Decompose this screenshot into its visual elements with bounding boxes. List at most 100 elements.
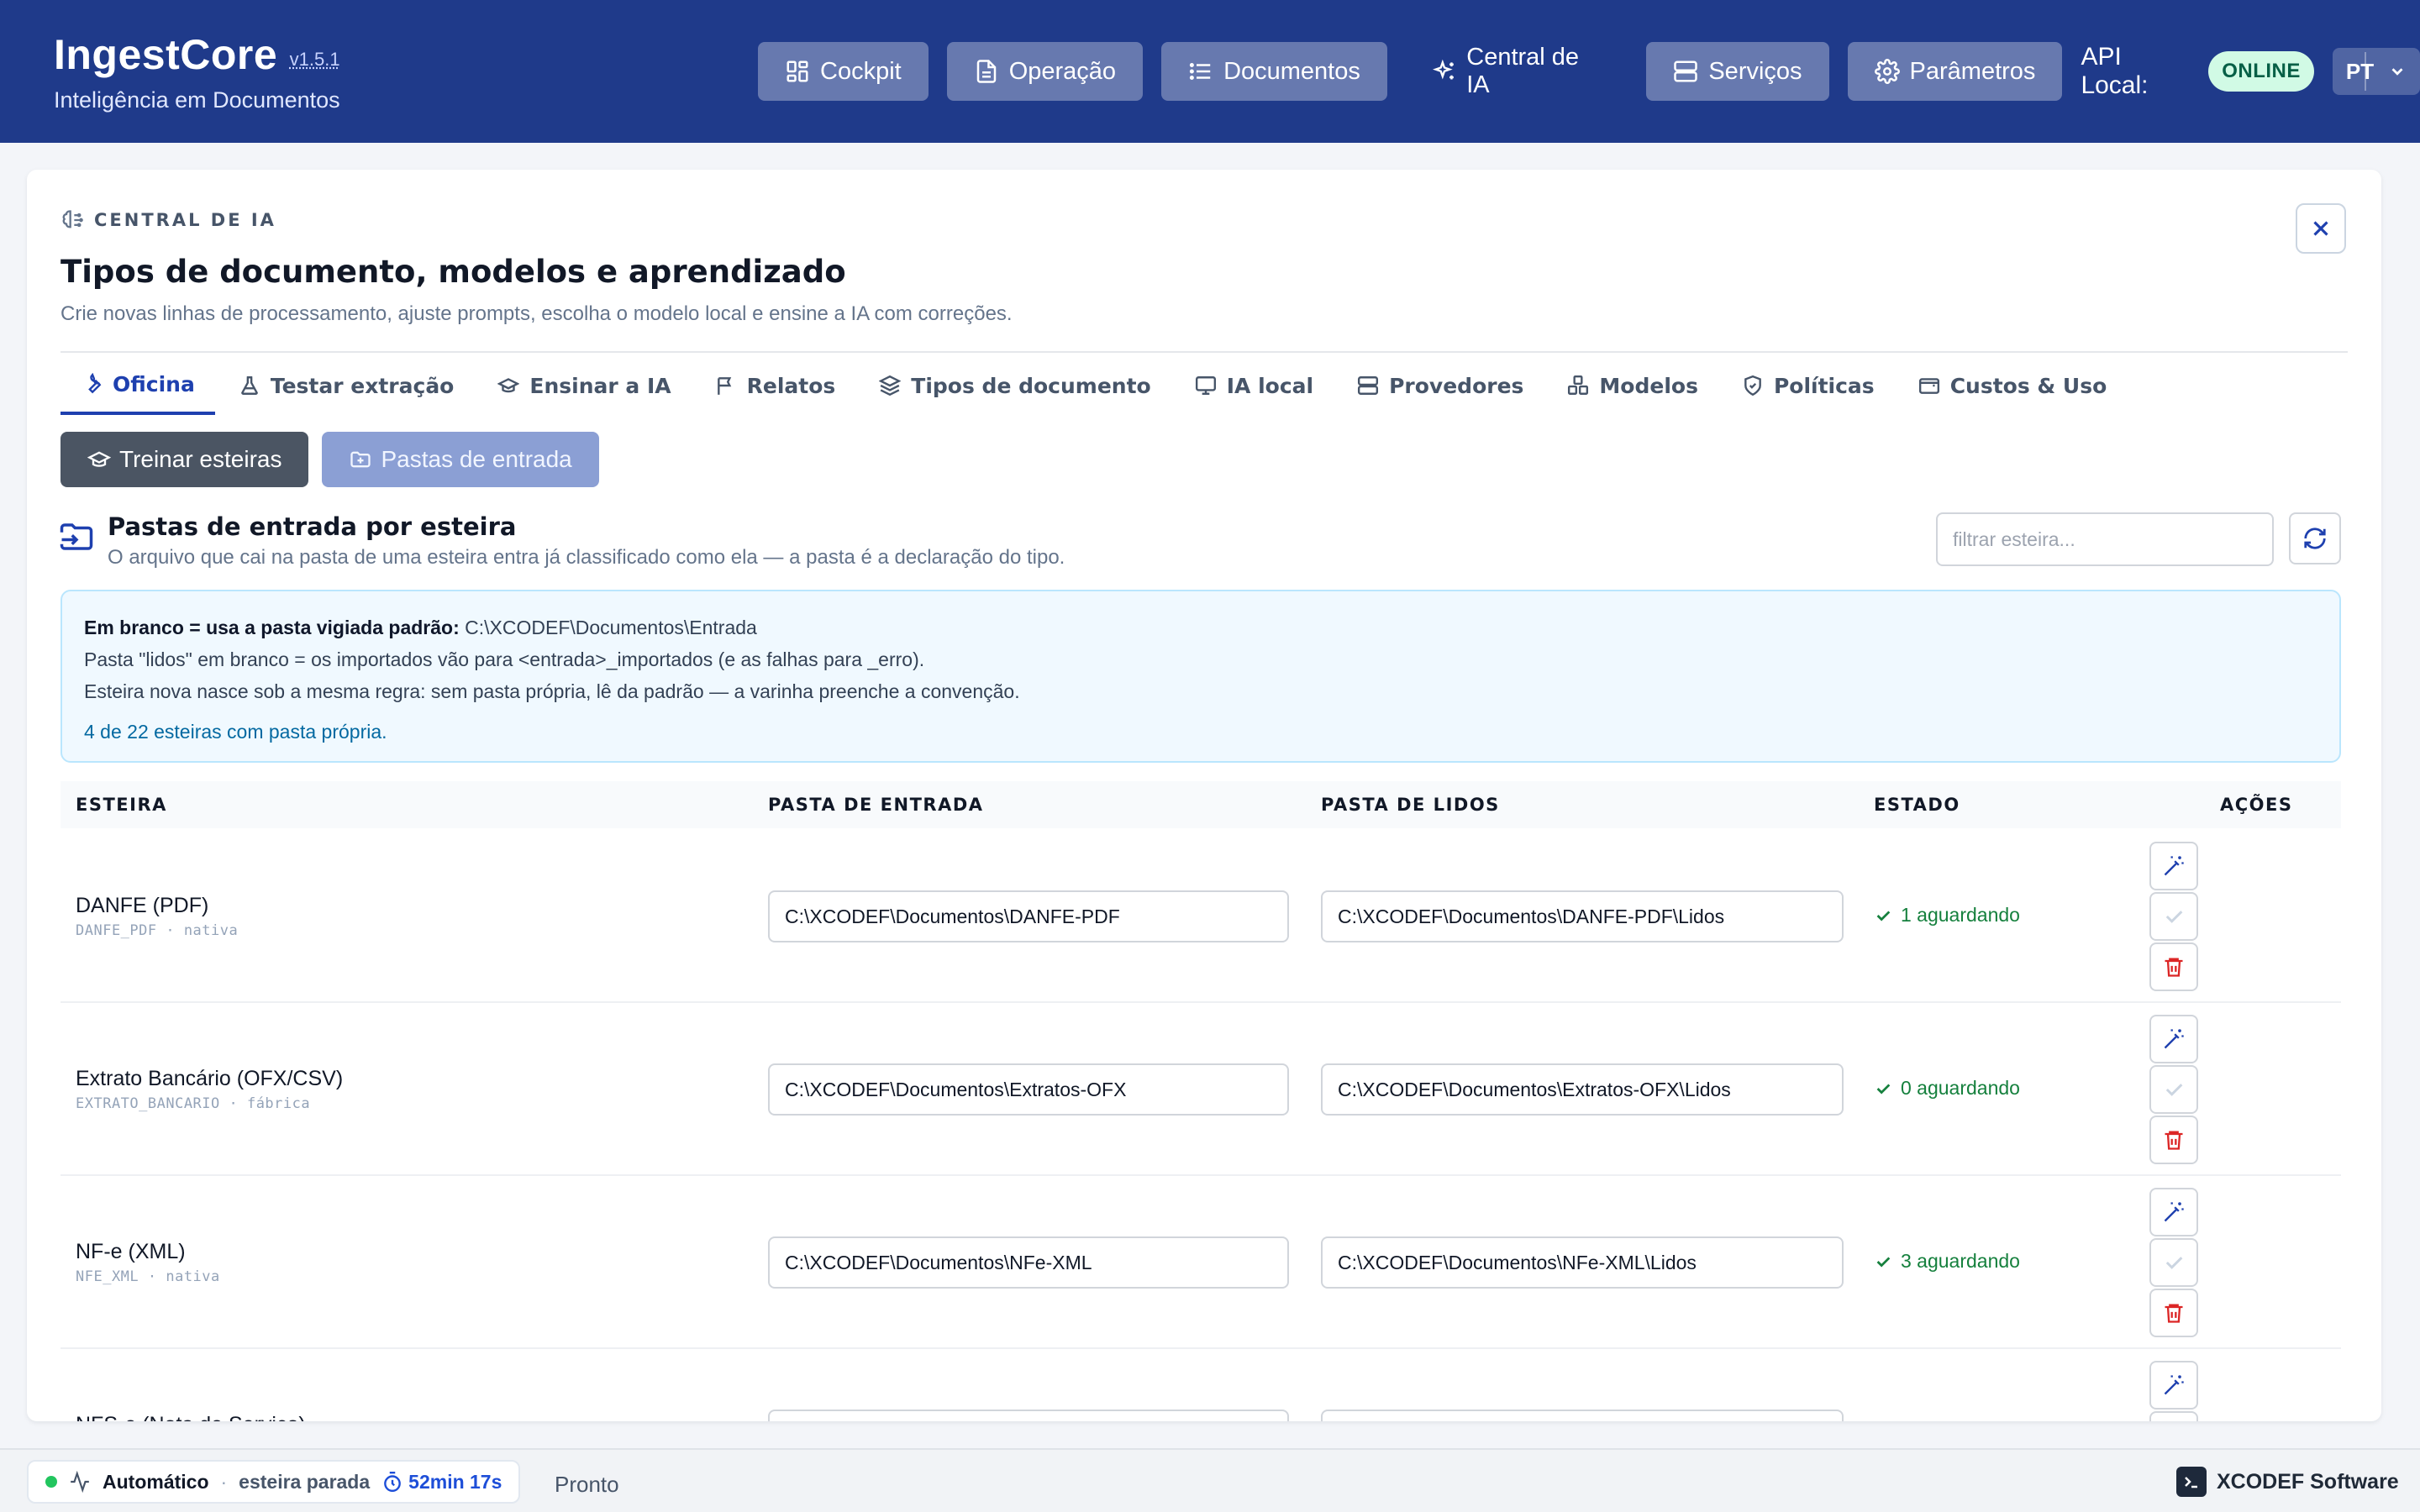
tab-tipos-documento-label: Tipos de documento (911, 373, 1151, 398)
conveyor-state: esteira parada (239, 1470, 371, 1493)
refresh-button[interactable] (2289, 512, 2341, 564)
row-actions (2149, 842, 2198, 991)
input-folder-field[interactable] (768, 890, 1289, 942)
tab-modelos[interactable]: Modelos (1547, 356, 1718, 415)
nav-operacao[interactable]: Operação (946, 42, 1144, 101)
nav-cockpit-label: Cockpit (820, 57, 902, 85)
conveyor-name: NF-e (XML) (76, 1240, 186, 1263)
confirm-button[interactable] (2149, 1411, 2198, 1421)
input-folder-field[interactable] (768, 1236, 1289, 1289)
conveyor-name: DANFE (PDF) (76, 894, 209, 917)
input-folder-field[interactable] (768, 1410, 1289, 1421)
delete-button[interactable] (2149, 1289, 2198, 1337)
delete-button[interactable] (2149, 942, 2198, 991)
tab-testar-extracao[interactable]: Testar extração (218, 356, 475, 415)
check-icon (1876, 910, 1891, 921)
nav-central-ia-label: Central de IA (1466, 44, 1580, 98)
nav-documentos-label: Documentos (1223, 57, 1360, 85)
check-icon (1876, 1083, 1891, 1095)
train-conveyors-button[interactable]: Treinar esteiras (60, 432, 309, 487)
conveyor-meta: EXTRATO_BANCARIO · fábrica (76, 1095, 311, 1112)
flask-icon (240, 376, 258, 395)
col-acoes: AÇÕES (2220, 795, 2293, 815)
tab-provedores[interactable]: Provedores (1337, 356, 1544, 415)
graduation-cap-icon (497, 378, 520, 393)
read-folder-field[interactable] (1321, 1236, 1844, 1289)
check-icon (2165, 1257, 2183, 1269)
read-folder-field[interactable] (1321, 1410, 1844, 1421)
section-title: Pastas de entrada por esteira (108, 512, 517, 541)
tab-politicas[interactable]: Políticas (1722, 356, 1895, 415)
tab-relatos[interactable]: Relatos (695, 356, 856, 415)
tab-oficina[interactable]: Oficina (60, 356, 215, 415)
app-version[interactable]: v1.5.1 (290, 49, 340, 70)
tab-politicas-label: Políticas (1773, 373, 1875, 398)
table-row: DANFE (PDF) DANFE_PDF · nativa 1 aguarda… (60, 830, 2341, 1003)
confirm-button[interactable] (2149, 892, 2198, 941)
tab-testar-extracao-label: Testar extração (270, 373, 455, 398)
trash-icon (2165, 1131, 2183, 1150)
grid-icon (786, 60, 808, 82)
brand: IngestCore v1.5.1 Inteligência em Docume… (54, 30, 340, 113)
col-pasta-entrada: PASTA DE ENTRADA (768, 795, 984, 815)
status-dot (45, 1476, 57, 1488)
nav-parametros[interactable]: Parâmetros (1847, 42, 2063, 101)
magic-wand-icon (2164, 1029, 2184, 1049)
col-estado: ESTADO (1874, 795, 1960, 815)
read-folder-field[interactable] (1321, 1063, 1844, 1116)
panel-eyebrow: CENTRAL DE IA (60, 208, 276, 232)
wallet-icon (1918, 378, 1939, 394)
tab-tipos-documento[interactable]: Tipos de documento (859, 356, 1171, 415)
eyebrow-text: CENTRAL DE IA (94, 210, 276, 230)
nav-documentos[interactable]: Documentos (1161, 42, 1387, 101)
confirm-button[interactable] (2149, 1065, 2198, 1114)
status-bar: Automático · esteira parada 52min 17s Pr… (0, 1448, 2420, 1512)
magic-wand-icon (2164, 1375, 2184, 1395)
confirm-button[interactable] (2149, 1238, 2198, 1287)
trash-icon (2165, 958, 2183, 977)
info-default-label: Em branco = usa a pasta vigiada padrão: (84, 617, 460, 638)
tab-ensinar-ia[interactable]: Ensinar a IA (477, 356, 691, 415)
automation-status[interactable]: Automático · esteira parada 52min 17s (27, 1460, 521, 1504)
info-line-2: Pasta "lidos" em branco = os importados … (84, 648, 925, 670)
stopwatch-icon (384, 1471, 402, 1493)
input-folder-field[interactable] (768, 1063, 1289, 1116)
server-icon (1358, 376, 1379, 395)
nav-cockpit[interactable]: Cockpit (758, 42, 929, 101)
close-panel-button[interactable] (2296, 203, 2346, 254)
top-bar: IngestCore v1.5.1 Inteligência em Docume… (0, 0, 2420, 143)
conveyor-meta: DANFE_PDF · nativa (76, 922, 239, 939)
info-box: Em branco = usa a pasta vigiada padrão: … (60, 590, 2341, 763)
nav-servicos[interactable]: Serviços (1646, 42, 1829, 101)
auto-fill-button[interactable] (2149, 1361, 2198, 1410)
auto-fill-button[interactable] (2149, 1188, 2198, 1236)
col-pasta-lidos: PASTA DE LIDOS (1321, 795, 1500, 815)
conveyor-meta: NFE_XML · nativa (76, 1268, 220, 1285)
read-folder-field[interactable] (1321, 890, 1844, 942)
terminal-icon (2176, 1467, 2207, 1497)
delete-button[interactable] (2149, 1116, 2198, 1164)
nav-operacao-label: Operação (1008, 57, 1117, 85)
input-folders-button[interactable]: Pastas de entrada (322, 432, 599, 487)
tab-modelos-label: Modelos (1599, 373, 1698, 398)
close-icon (2313, 221, 2328, 236)
nav-central-ia[interactable]: Central de IA (1406, 42, 1628, 101)
tab-ia-local[interactable]: IA local (1175, 356, 1334, 415)
row-actions (2149, 1015, 2198, 1164)
check-icon (2165, 911, 2183, 923)
tab-custos-uso[interactable]: Custos & Uso (1898, 356, 2128, 415)
activity-icon (71, 1471, 89, 1493)
check-icon (2165, 1084, 2183, 1096)
panel-subtitle: Crie novas linhas de processamento, ajus… (60, 302, 1013, 325)
row-actions (2149, 1361, 2198, 1421)
auto-fill-button[interactable] (2149, 842, 2198, 890)
folder-input-icon (60, 523, 93, 550)
graduation-cap-icon (87, 451, 111, 467)
language-select[interactable]: PT (2332, 48, 2420, 95)
tab-provedores-label: Provedores (1389, 373, 1524, 398)
filter-conveyor-input[interactable] (1936, 512, 2274, 566)
vendor-brand: XCODEF Software (2176, 1467, 2399, 1497)
tab-custos-uso-label: Custos & Uso (1949, 373, 2107, 398)
auto-fill-button[interactable] (2149, 1015, 2198, 1063)
automation-mode: Automático (103, 1470, 209, 1493)
